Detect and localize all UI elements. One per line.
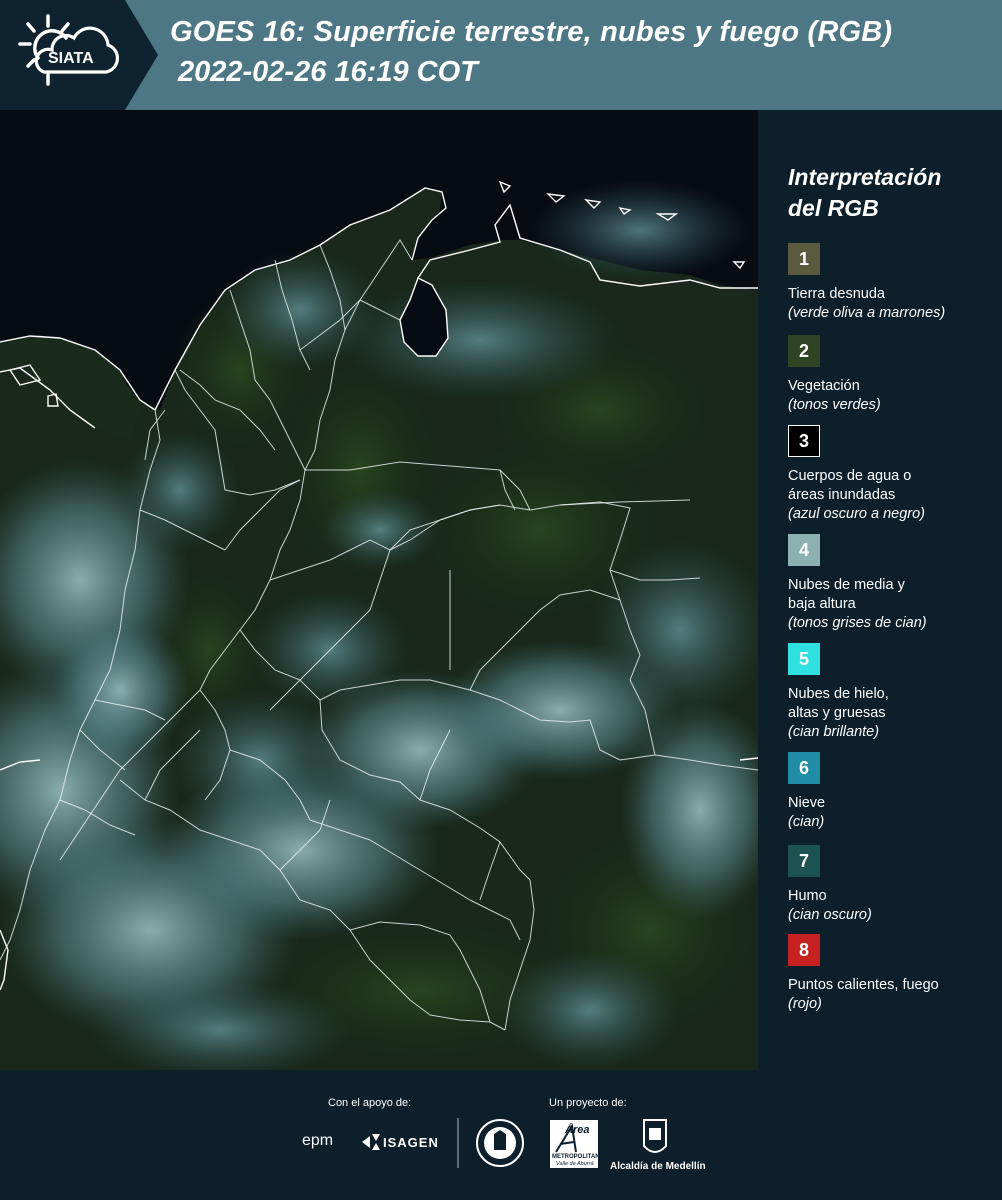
legend-label-line1: Nubes de hielo, xyxy=(788,686,889,702)
legend-swatch: 8 xyxy=(788,934,820,966)
legend-sublabel: (verde oliva a marrones) xyxy=(788,305,946,321)
legend-item-snow: 6 Nieve (cian) xyxy=(788,752,998,832)
legend-swatch: 4 xyxy=(788,534,820,566)
legend-sublabel: (cian oscuro) xyxy=(788,907,872,923)
page-title: GOES 16: Superficie terrestre, nubes y f… xyxy=(170,16,893,48)
legend-panel: Interpretación del RGB 1 Tierra desnuda … xyxy=(760,110,1002,1070)
isagen-logo-icon xyxy=(362,1134,380,1150)
legend-label: Vegetación xyxy=(788,378,860,394)
legend-item-smoke: 7 Humo (cian oscuro) xyxy=(788,845,998,925)
legend-label-line2: baja altura xyxy=(788,596,856,612)
legend-item-low-clouds: 4 Nubes de media y baja altura (tonos gr… xyxy=(788,534,998,633)
legend-label-line2: altas y gruesas xyxy=(788,705,886,721)
legend-label: Nubes de media y baja altura xyxy=(788,576,998,614)
header-bar: SIATA GOES 16: Superficie terrestre, nub… xyxy=(0,0,1002,110)
legend-label-line1: Cuerpos de agua o xyxy=(788,468,912,484)
siata-logo: SIATA xyxy=(0,0,158,110)
alcaldia-shield-icon xyxy=(643,1119,667,1153)
legend-label: Cuerpos de agua o áreas inundadas xyxy=(788,467,998,505)
legend-title-line2: del RGB xyxy=(788,195,879,221)
legend-sublabel: (tonos verdes) xyxy=(788,397,881,413)
legend-label-line2: áreas inundadas xyxy=(788,487,896,503)
area-metro-logo-text: Área xyxy=(565,1124,590,1136)
legend-title-line1: Interpretación xyxy=(788,164,942,190)
legend-label-line1: Nubes de media y xyxy=(788,577,905,593)
legend-swatch: 1 xyxy=(788,243,820,275)
area-metro-subtitle-2: Valle de Aburrá xyxy=(556,1161,594,1167)
legend-item-ice-clouds: 5 Nubes de hielo, altas y gruesas (cian … xyxy=(788,643,998,742)
legend-label: Tierra desnuda xyxy=(788,286,885,302)
legend-sublabel: (azul oscuro a negro) xyxy=(788,506,926,522)
legend-swatch: 6 xyxy=(788,752,820,784)
legend-item-vegetation: 2 Vegetación (tonos verdes) xyxy=(788,335,998,415)
area-metro-subtitle: METROPOLITANA xyxy=(552,1154,604,1160)
legend-label: Humo xyxy=(788,888,827,904)
footer-sponsors: Con el apoyo de: Un proyecto de: epm ISA… xyxy=(0,1070,1002,1200)
legend-label: Nubes de hielo, altas y gruesas xyxy=(788,685,998,723)
legend-sublabel: (cian) xyxy=(788,814,825,830)
siata-logo-panel: SIATA xyxy=(0,0,158,110)
legend-sublabel: (cian brillante) xyxy=(788,724,880,740)
page-timestamp: 2022-02-26 16:19 COT xyxy=(178,56,478,88)
legend-sublabel: (tonos grises de cian) xyxy=(788,615,927,631)
legend-swatch: 5 xyxy=(788,643,820,675)
isagen-logo: ISAGEN xyxy=(383,1135,439,1150)
legend-label: Nieve xyxy=(788,795,826,811)
epm-logo: epm xyxy=(302,1132,334,1149)
legend-item-bare-soil: 1 Tierra desnuda (verde oliva a marrones… xyxy=(788,243,998,323)
legend-swatch: 3 xyxy=(788,425,820,457)
legend-item-water: 3 Cuerpos de agua o áreas inundadas (azu… xyxy=(788,425,998,524)
footer-graphics xyxy=(362,1118,667,1168)
legend-title: Interpretación del RGB xyxy=(788,162,988,224)
logo-text: SIATA xyxy=(48,50,94,67)
medellin-seal-icon xyxy=(476,1119,524,1167)
legend-swatch: 7 xyxy=(788,845,820,877)
legend-label: Puntos calientes, fuego xyxy=(788,977,939,993)
satellite-map xyxy=(0,110,758,1070)
alcaldia-logo-text: Alcaldía de Medellín xyxy=(610,1161,706,1172)
satellite-image xyxy=(0,110,758,1070)
legend-item-fire: 8 Puntos calientes, fuego (rojo) xyxy=(788,934,998,1014)
legend-sublabel: (rojo) xyxy=(788,996,822,1012)
legend-swatch: 2 xyxy=(788,335,820,367)
